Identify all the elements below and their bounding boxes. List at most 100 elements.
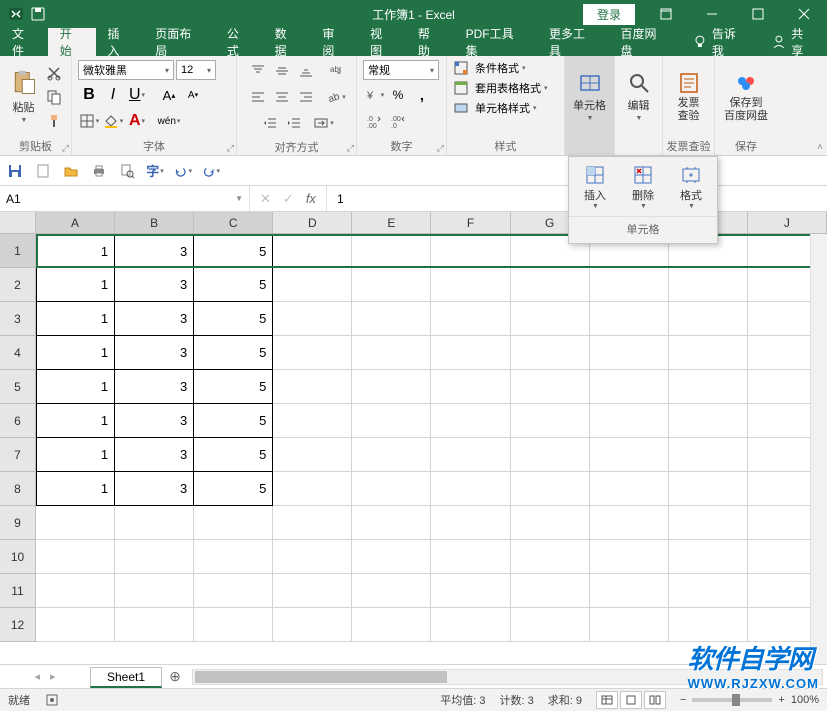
tell-me[interactable]: 告诉我 bbox=[680, 28, 759, 56]
row-header[interactable]: 9 bbox=[0, 506, 36, 540]
column-header[interactable]: J bbox=[748, 212, 827, 234]
cell[interactable]: 5 bbox=[194, 404, 273, 438]
normal-view-button[interactable] bbox=[596, 691, 618, 709]
cell[interactable] bbox=[194, 608, 273, 642]
cell[interactable] bbox=[352, 574, 431, 608]
tab-help[interactable]: 帮助 bbox=[406, 28, 454, 56]
tab-file[interactable]: 文件 bbox=[0, 28, 48, 56]
row-header[interactable]: 3 bbox=[0, 302, 36, 336]
cell[interactable]: 5 bbox=[194, 370, 273, 404]
cell[interactable] bbox=[273, 506, 352, 540]
underline-button[interactable]: U▾ bbox=[126, 84, 148, 106]
cell[interactable]: 1 bbox=[36, 472, 115, 506]
cell[interactable] bbox=[590, 472, 669, 506]
shrink-font-button[interactable]: A▾ bbox=[182, 84, 204, 106]
tab-pdf[interactable]: PDF工具集 bbox=[454, 28, 537, 56]
font-launcher[interactable]: ⤢ bbox=[227, 143, 234, 154]
cell[interactable] bbox=[352, 540, 431, 574]
cell[interactable] bbox=[590, 506, 669, 540]
cell[interactable] bbox=[511, 574, 590, 608]
cell[interactable] bbox=[669, 404, 748, 438]
cell[interactable] bbox=[669, 540, 748, 574]
tab-formulas[interactable]: 公式 bbox=[215, 28, 263, 56]
cell[interactable] bbox=[194, 506, 273, 540]
zoom-level[interactable]: 100% bbox=[791, 694, 819, 706]
align-middle-button[interactable] bbox=[271, 60, 293, 82]
cell[interactable] bbox=[590, 574, 669, 608]
cell[interactable]: 3 bbox=[115, 404, 194, 438]
row-header[interactable]: 1 bbox=[0, 234, 36, 268]
cell[interactable] bbox=[431, 268, 510, 302]
cell[interactable]: 5 bbox=[194, 472, 273, 506]
cell[interactable] bbox=[36, 574, 115, 608]
cell[interactable] bbox=[669, 438, 748, 472]
cell[interactable] bbox=[194, 574, 273, 608]
cell[interactable] bbox=[431, 574, 510, 608]
vertical-scrollbar[interactable] bbox=[810, 234, 827, 664]
delete-cells-button[interactable]: 删除▼ bbox=[622, 163, 664, 210]
cell[interactable] bbox=[352, 234, 431, 268]
cell[interactable] bbox=[273, 472, 352, 506]
cell[interactable] bbox=[431, 234, 510, 268]
cell[interactable] bbox=[115, 540, 194, 574]
cell[interactable]: 5 bbox=[194, 438, 273, 472]
number-launcher[interactable]: ⤢ bbox=[437, 143, 444, 154]
cell[interactable] bbox=[431, 506, 510, 540]
cell[interactable] bbox=[511, 472, 590, 506]
cell[interactable]: 5 bbox=[194, 268, 273, 302]
cell[interactable] bbox=[273, 404, 352, 438]
zoom-out-button[interactable]: − bbox=[680, 694, 686, 706]
cell[interactable] bbox=[352, 370, 431, 404]
cell[interactable]: 3 bbox=[115, 472, 194, 506]
cell[interactable] bbox=[273, 540, 352, 574]
page-break-view-button[interactable] bbox=[644, 691, 666, 709]
orientation-button[interactable]: ab▾ bbox=[325, 86, 347, 108]
tab-view[interactable]: 视图 bbox=[358, 28, 406, 56]
cell[interactable] bbox=[273, 438, 352, 472]
row-header[interactable]: 11 bbox=[0, 574, 36, 608]
cell[interactable] bbox=[115, 506, 194, 540]
cell[interactable] bbox=[36, 506, 115, 540]
zoom-slider[interactable] bbox=[692, 698, 772, 702]
sheet-nav[interactable]: ◂▸ bbox=[0, 670, 90, 683]
qat-spelling-button[interactable]: 字▾ bbox=[146, 162, 164, 180]
cell[interactable] bbox=[431, 336, 510, 370]
format-as-table-button[interactable]: 套用表格格式▾ bbox=[453, 80, 558, 96]
cell[interactable] bbox=[511, 302, 590, 336]
qat-undo-button[interactable]: ▾ bbox=[174, 162, 192, 180]
editing-button[interactable]: 编辑 ▼ bbox=[621, 67, 656, 126]
cell[interactable] bbox=[273, 336, 352, 370]
cell[interactable] bbox=[511, 370, 590, 404]
decrease-decimal-button[interactable]: .00.0 bbox=[387, 110, 409, 132]
cells-button[interactable]: 单元格 ▼ bbox=[571, 67, 608, 126]
borders-button[interactable]: ▾ bbox=[78, 110, 100, 132]
cell[interactable] bbox=[273, 302, 352, 336]
cell[interactable] bbox=[511, 506, 590, 540]
cell[interactable] bbox=[590, 540, 669, 574]
cell[interactable] bbox=[669, 574, 748, 608]
record-macro-icon[interactable] bbox=[44, 692, 60, 708]
fx-button[interactable]: fx bbox=[306, 191, 316, 206]
tab-more[interactable]: 更多工具 bbox=[537, 28, 609, 56]
autosave-icon[interactable] bbox=[30, 6, 46, 22]
column-header[interactable]: B bbox=[115, 212, 194, 234]
cell[interactable] bbox=[511, 336, 590, 370]
cell[interactable] bbox=[590, 438, 669, 472]
align-left-button[interactable] bbox=[247, 86, 269, 108]
cell[interactable] bbox=[352, 438, 431, 472]
fill-color-button[interactable]: ▾ bbox=[102, 110, 124, 132]
grow-font-button[interactable]: A▴ bbox=[158, 84, 180, 106]
cell[interactable] bbox=[590, 404, 669, 438]
cell[interactable] bbox=[273, 268, 352, 302]
qat-new-button[interactable] bbox=[34, 162, 52, 180]
cell[interactable] bbox=[431, 608, 510, 642]
tab-insert[interactable]: 插入 bbox=[96, 28, 144, 56]
cell[interactable] bbox=[352, 336, 431, 370]
maximize-button[interactable] bbox=[735, 0, 781, 28]
cell[interactable] bbox=[511, 540, 590, 574]
cell[interactable] bbox=[431, 472, 510, 506]
cell[interactable] bbox=[590, 370, 669, 404]
cell[interactable]: 3 bbox=[115, 370, 194, 404]
cell[interactable] bbox=[669, 472, 748, 506]
row-header[interactable]: 2 bbox=[0, 268, 36, 302]
